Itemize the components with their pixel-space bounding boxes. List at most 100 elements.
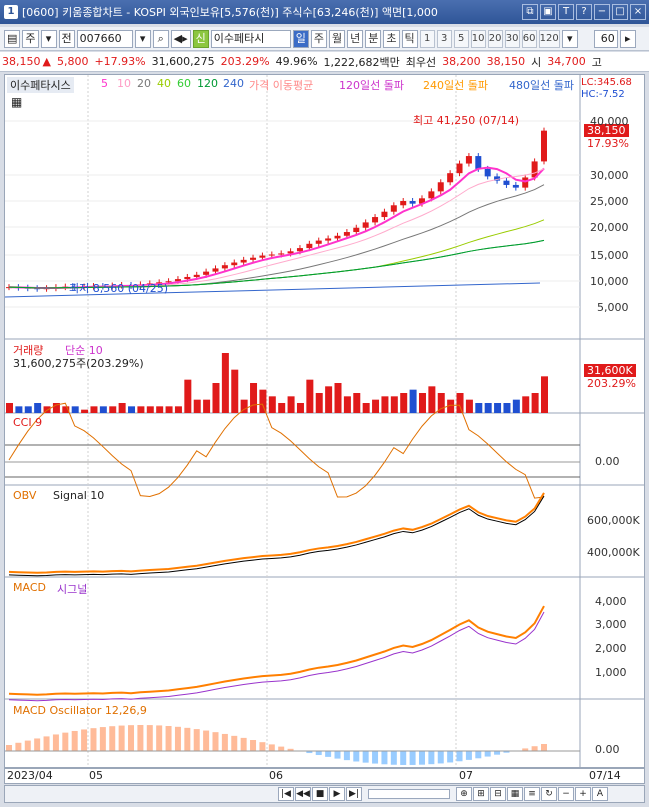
volume-bar xyxy=(250,383,258,413)
price-legend-name: 이수페타시스 xyxy=(7,77,74,93)
volume-bar xyxy=(325,386,333,413)
speaker-icon[interactable]: ◀▸ xyxy=(170,29,191,48)
grid-icon[interactable]: ▦ xyxy=(11,95,22,109)
scroll-prev-icon[interactable]: ◀◀ xyxy=(295,787,311,801)
interval-60[interactable]: 60 xyxy=(521,29,537,48)
candle-body xyxy=(221,265,228,269)
osc-bar xyxy=(418,751,425,765)
calendar-icon[interactable]: ▦ xyxy=(507,787,523,801)
volume-bar xyxy=(203,399,211,413)
volume-bar xyxy=(165,406,173,413)
y-tick-30000: 30,000 xyxy=(590,169,629,182)
osc-bar xyxy=(221,733,228,751)
osc-bar xyxy=(456,751,463,762)
chart-canvas[interactable] xyxy=(5,75,644,767)
volume-bar xyxy=(362,403,370,413)
volume-bar xyxy=(418,393,426,413)
chevron-down-icon[interactable]: ▾ xyxy=(40,29,57,48)
price-change: 5,800 xyxy=(56,55,89,68)
zoom-slider[interactable] xyxy=(368,789,450,799)
search-icon[interactable]: ⌕ xyxy=(152,29,169,48)
y-tick-15000: 15,000 xyxy=(590,249,629,262)
candle-body xyxy=(325,238,332,241)
scroll-last-icon[interactable]: ▶| xyxy=(346,787,362,801)
scroll-first-icon[interactable]: |◀ xyxy=(278,787,294,801)
osc-bar xyxy=(52,734,59,751)
volume-bar xyxy=(156,406,164,413)
chart-scrollbar[interactable]: |◀ ◀◀ ■ ▶ ▶| ⊕ ⊞ ⊟ ▦ ≡ ↻ − + A xyxy=(4,785,645,803)
close-icon[interactable]: × xyxy=(630,4,646,20)
obv-y-tick-400k: 400,000K xyxy=(587,546,640,559)
cci-line xyxy=(8,402,545,499)
osc-title: MACD Oscillator 12,26,9 xyxy=(13,704,147,717)
code-dropdown-icon[interactable]: ▾ xyxy=(134,29,151,48)
osc-bar xyxy=(62,732,69,751)
font-size-icon[interactable]: A xyxy=(592,787,608,801)
period-tick[interactable]: 틱 xyxy=(401,29,418,48)
crosshair-icon[interactable]: ⊕ xyxy=(456,787,472,801)
link-icon[interactable]: ⧉ xyxy=(522,4,538,20)
all-button[interactable]: 전 xyxy=(58,29,75,48)
interval-5[interactable]: 5 xyxy=(453,29,469,48)
candle-body xyxy=(315,240,322,244)
interval-20[interactable]: 20 xyxy=(487,29,503,48)
maximize-icon[interactable]: □ xyxy=(612,4,628,20)
volume-bar xyxy=(381,396,389,413)
period-year[interactable]: 년 xyxy=(347,29,364,48)
decrease-icon[interactable]: − xyxy=(558,787,574,801)
volume-bar xyxy=(81,409,89,413)
period-dropdown-icon[interactable]: ▾ xyxy=(561,29,578,48)
font-icon[interactable]: T xyxy=(558,4,574,20)
stock-name-field[interactable]: 이수페타시 xyxy=(210,29,291,48)
candle-body xyxy=(203,271,210,275)
osc-bar xyxy=(381,751,388,765)
volume-bar xyxy=(287,396,295,413)
scale-icon[interactable]: ≡ xyxy=(524,787,540,801)
count-input[interactable]: 60 xyxy=(593,29,618,48)
credit-badge: 신 xyxy=(192,29,209,48)
osc-bar xyxy=(146,725,153,751)
macd-y-tick-3000: 3,000 xyxy=(595,618,627,631)
legend-ma-text: 가격 이동평균 xyxy=(249,79,314,92)
interval-10[interactable]: 10 xyxy=(470,29,486,48)
market-type-select[interactable]: 주 xyxy=(22,29,39,48)
osc-bar xyxy=(465,751,472,760)
best-ask: 38,200 xyxy=(442,55,481,68)
ma120-label: 120 xyxy=(197,77,218,90)
y-tick-25000: 25,000 xyxy=(590,195,629,208)
ma10-line xyxy=(8,168,545,289)
interval-120[interactable]: 120 xyxy=(538,29,560,48)
obv-title: OBV xyxy=(13,489,37,502)
zoom-in-icon[interactable]: ⊞ xyxy=(473,787,489,801)
interval-1[interactable]: 1 xyxy=(419,29,435,48)
osc-bar xyxy=(447,751,454,763)
volume-bar xyxy=(128,406,136,413)
osc-bar xyxy=(156,725,163,751)
save-icon[interactable]: ▣ xyxy=(540,4,556,20)
volume-bar xyxy=(541,376,548,413)
osc-bar xyxy=(278,746,285,751)
period-month[interactable]: 월 xyxy=(329,29,346,48)
volume-bar xyxy=(428,386,436,413)
scroll-next-icon[interactable]: ▶ xyxy=(329,787,345,801)
period-day[interactable]: 일 xyxy=(292,29,309,48)
stock-code-input[interactable]: 007660 xyxy=(76,29,133,48)
zoom-out-icon[interactable]: ⊟ xyxy=(490,787,506,801)
period-second[interactable]: 초 xyxy=(383,29,400,48)
period-week[interactable]: 주 xyxy=(310,29,328,48)
candle-body xyxy=(296,248,303,252)
help-icon[interactable]: ? xyxy=(576,4,592,20)
interval-3[interactable]: 3 xyxy=(436,29,452,48)
minimize-icon[interactable]: − xyxy=(594,4,610,20)
volume-bar xyxy=(259,389,267,413)
best-bid: 38,150 xyxy=(486,55,526,68)
layout-icon[interactable]: ▤ xyxy=(4,29,21,48)
chart-area[interactable]: 이수페타시스 5 10 20 40 60 120 240 가격 이동평균 120… xyxy=(4,74,645,768)
interval-30[interactable]: 30 xyxy=(504,29,520,48)
refresh-icon[interactable]: ↻ xyxy=(541,787,557,801)
period-minute[interactable]: 분 xyxy=(365,29,382,48)
scroll-stop-icon[interactable]: ■ xyxy=(312,787,328,801)
macd-y-tick-1000: 1,000 xyxy=(595,666,627,679)
count-stepper[interactable]: ▸ xyxy=(619,29,636,48)
increase-icon[interactable]: + xyxy=(575,787,591,801)
